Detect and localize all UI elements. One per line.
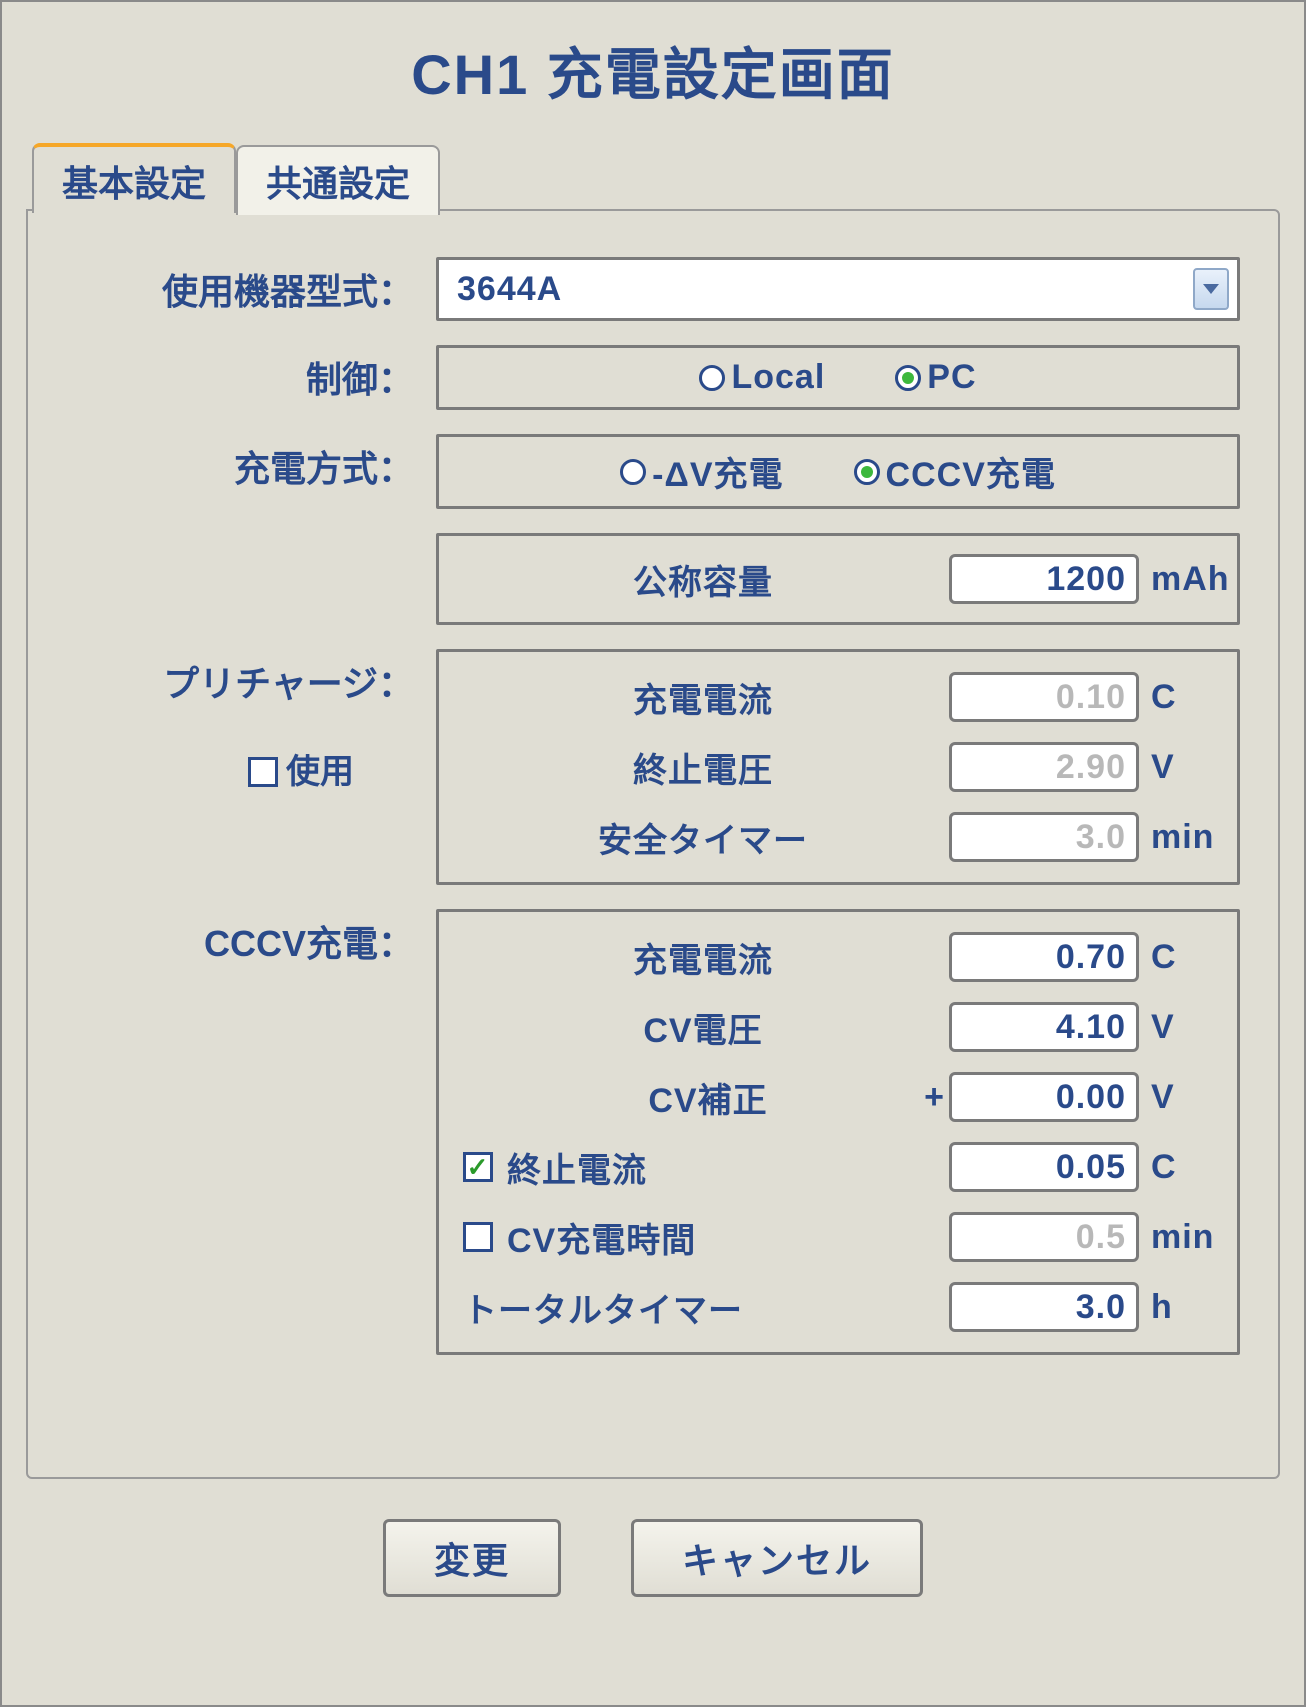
- tab-common[interactable]: 共通設定: [236, 145, 440, 215]
- checkmark-icon: ✓: [467, 1154, 490, 1180]
- tab-panel-basic: 使用機器型式： 3644A 制御：: [26, 209, 1280, 1479]
- device-model-dropdown-button[interactable]: [1193, 268, 1229, 310]
- nominal-input[interactable]: [949, 554, 1139, 604]
- dialog-title: CH1 充電設定画面: [26, 30, 1280, 111]
- cccv-cvv-label: CV電圧: [457, 1003, 949, 1052]
- cccv-cvtime-unit: min: [1139, 1218, 1219, 1257]
- label-precharge: プリチャージ： 使用: [66, 649, 436, 794]
- row-cccv: CCCV充電： 充電電流 C CV電圧 V: [66, 909, 1240, 1355]
- cccv-corr-label: CV補正: [457, 1073, 919, 1122]
- cccv-cvtime-checkbox[interactable]: [463, 1222, 493, 1252]
- radio-local-label: Local: [731, 358, 825, 397]
- precharge-timer-unit: min: [1139, 818, 1219, 857]
- cccv-cvtime-input[interactable]: [949, 1212, 1139, 1262]
- cancel-button[interactable]: キャンセル: [631, 1519, 923, 1597]
- precharge-endv-unit: V: [1139, 748, 1219, 787]
- cccv-endc-checkbox[interactable]: ✓: [463, 1152, 493, 1182]
- chevron-down-icon: [1203, 284, 1219, 294]
- tab-basic[interactable]: 基本設定: [32, 143, 236, 213]
- device-model-value: 3644A: [457, 270, 562, 309]
- cccv-endc-label: 終止電流: [507, 1143, 647, 1192]
- label-cccv: CCCV充電：: [66, 909, 436, 968]
- cancel-button-label: キャンセル: [682, 1540, 872, 1581]
- precharge-use-checkbox[interactable]: [248, 757, 278, 787]
- precharge-current-label: 充電電流: [457, 673, 949, 722]
- control-radio-group: Local PC: [436, 345, 1240, 410]
- cccv-endc-label-wrap: ✓ 終止電流: [457, 1143, 949, 1192]
- cccv-cvv-input[interactable]: [949, 1002, 1139, 1052]
- tab-basic-label: 基本設定: [62, 163, 206, 204]
- label-precharge-text: プリチャージ：: [163, 663, 414, 704]
- row-charge-method: 充電方式： -ΔV充電 CCCV充電: [66, 434, 1240, 509]
- device-model-select[interactable]: 3644A: [436, 257, 1240, 321]
- radio-method-dv[interactable]: -ΔV充電: [620, 447, 783, 496]
- row-nominal: 公称容量 mAh: [66, 533, 1240, 625]
- nominal-group: 公称容量 mAh: [436, 533, 1240, 625]
- radio-circle-icon: [895, 365, 921, 391]
- label-device-model: 使用機器型式：: [66, 257, 436, 316]
- radio-circle-icon: [620, 459, 646, 485]
- cccv-cvtime-label-wrap: CV充電時間: [457, 1213, 949, 1262]
- precharge-group: 充電電流 C 終止電圧 V 安全タイマー min: [436, 649, 1240, 885]
- precharge-endv-label: 終止電圧: [457, 743, 949, 792]
- tab-row: 基本設定 共通設定: [32, 141, 1280, 211]
- cccv-current-label: 充電電流: [457, 933, 949, 982]
- precharge-current-unit: C: [1139, 678, 1219, 717]
- cccv-current-input[interactable]: [949, 932, 1139, 982]
- cccv-corr-input[interactable]: [949, 1072, 1139, 1122]
- charge-method-radio-group: -ΔV充電 CCCV充電: [436, 434, 1240, 509]
- nominal-label: 公称容量: [457, 555, 949, 604]
- radio-control-local[interactable]: Local: [699, 358, 825, 397]
- label-charge-method: 充電方式：: [66, 434, 436, 493]
- cccv-group: 充電電流 C CV電圧 V CV補正 +: [436, 909, 1240, 1355]
- precharge-timer-label: 安全タイマー: [457, 813, 949, 862]
- radio-dv-label: -ΔV充電: [652, 447, 783, 496]
- cccv-corr-unit: V: [1139, 1078, 1219, 1117]
- cccv-endc-unit: C: [1139, 1148, 1219, 1187]
- row-control: 制御： Local PC: [66, 345, 1240, 410]
- label-nominal-empty: [66, 533, 436, 545]
- apply-button-label: 変更: [434, 1540, 510, 1581]
- nominal-unit: mAh: [1139, 560, 1219, 599]
- radio-method-cccv[interactable]: CCCV充電: [854, 447, 1056, 496]
- cccv-total-label: トータルタイマー: [457, 1283, 949, 1332]
- precharge-use-block: 使用: [66, 750, 414, 794]
- cccv-cvv-unit: V: [1139, 1008, 1219, 1047]
- radio-circle-icon: [699, 365, 725, 391]
- cccv-endc-input[interactable]: [949, 1142, 1139, 1192]
- cccv-total-input[interactable]: [949, 1282, 1139, 1332]
- radio-dot-icon: [902, 372, 914, 384]
- precharge-use-label: 使用: [286, 750, 354, 794]
- tab-common-label: 共通設定: [266, 163, 410, 204]
- button-row: 変更 キャンセル: [26, 1519, 1280, 1597]
- precharge-timer-input[interactable]: [949, 812, 1139, 862]
- cccv-current-unit: C: [1139, 938, 1219, 977]
- precharge-endv-input[interactable]: [949, 742, 1139, 792]
- label-control: 制御：: [66, 345, 436, 404]
- cccv-corr-prefix: +: [919, 1078, 949, 1117]
- radio-dot-icon: [861, 466, 873, 478]
- dialog-window: CH1 充電設定画面 基本設定 共通設定 使用機器型式： 3644A: [0, 0, 1306, 1707]
- cccv-cvtime-label: CV充電時間: [507, 1213, 696, 1262]
- radio-circle-icon: [854, 459, 880, 485]
- tabs-container: 基本設定 共通設定 使用機器型式： 3644A: [26, 141, 1280, 1479]
- apply-button[interactable]: 変更: [383, 1519, 561, 1597]
- radio-control-pc[interactable]: PC: [895, 358, 976, 397]
- cccv-total-unit: h: [1139, 1288, 1219, 1327]
- precharge-current-input[interactable]: [949, 672, 1139, 722]
- row-precharge: プリチャージ： 使用 充電電流 C 終止電圧: [66, 649, 1240, 885]
- radio-cccv-label: CCCV充電: [886, 447, 1056, 496]
- row-device-model: 使用機器型式： 3644A: [66, 257, 1240, 321]
- radio-pc-label: PC: [927, 358, 976, 397]
